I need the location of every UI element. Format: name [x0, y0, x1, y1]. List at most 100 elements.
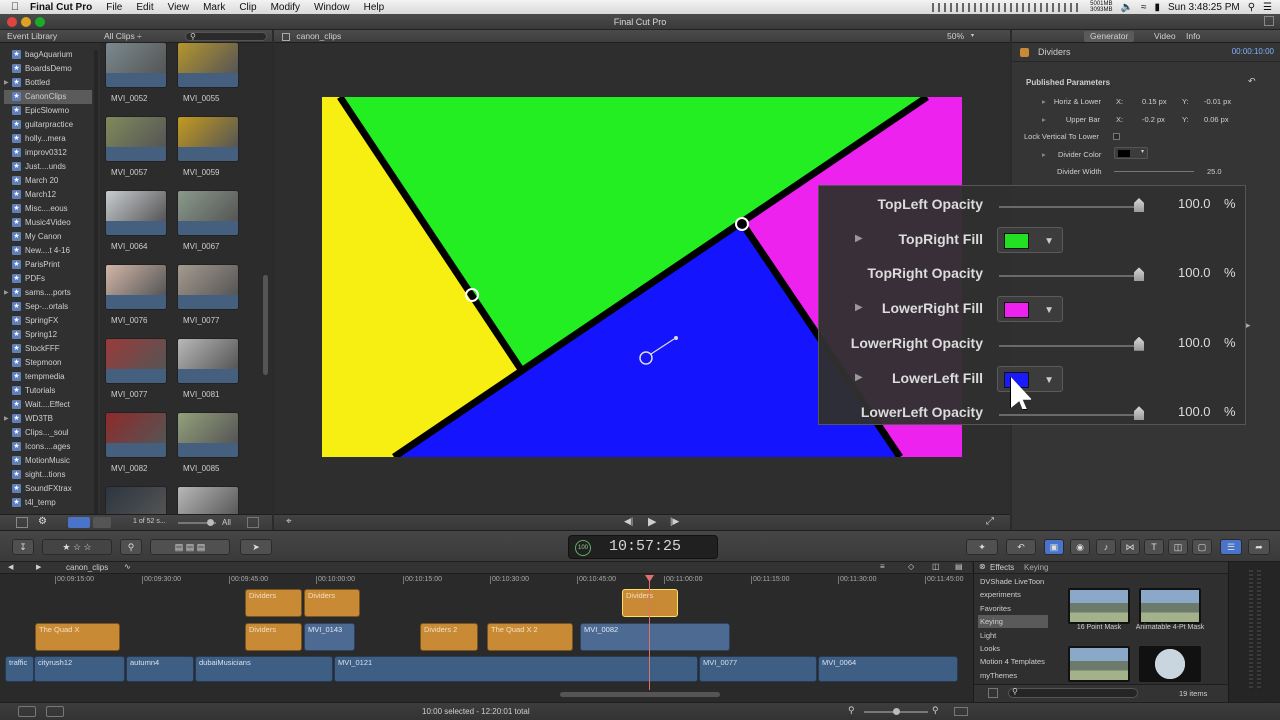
duration-all-label[interactable]: All	[222, 518, 231, 527]
timeline-clip[interactable]: Dividers	[622, 589, 678, 617]
opacity-slider-knob[interactable]	[1134, 406, 1144, 421]
x-value[interactable]: 0.15 px	[1142, 97, 1167, 106]
transitions-icon[interactable]: ⋈	[1120, 539, 1140, 555]
disclosure-icon[interactable]: ▸	[1042, 150, 1046, 159]
menu-window[interactable]: Window	[314, 2, 350, 13]
event-item[interactable]: ★ CanonClips	[4, 90, 92, 104]
event-item[interactable]: ★ guitarpractice	[12, 118, 73, 132]
filmstrip-view-icon[interactable]	[68, 517, 90, 528]
divider-color-well[interactable]: ▾	[1114, 147, 1148, 159]
disclosure-icon[interactable]: ▶	[855, 372, 863, 383]
rating-controls[interactable]: ★ ☆ ☆	[42, 539, 112, 555]
inspector-toggle-icon[interactable]: ☰	[1220, 539, 1242, 555]
list-view-icon[interactable]	[93, 517, 111, 528]
minimize-window-icon[interactable]	[21, 17, 31, 27]
effects-category[interactable]: Favorites	[978, 602, 1048, 615]
timeline-clip[interactable]: autumn4	[126, 656, 194, 682]
event-item[interactable]: ★ Stepmoon	[12, 356, 61, 370]
tab-video[interactable]: Video	[1154, 30, 1176, 43]
event-item[interactable]: ★ bagAquarium	[12, 48, 73, 62]
menu-clip[interactable]: Clip	[239, 2, 256, 13]
library-scrollbar[interactable]	[94, 50, 98, 520]
fullscreen-icon[interactable]	[1264, 16, 1274, 26]
event-item[interactable]: ▶ ★ Bottled	[4, 76, 50, 90]
effect-thumbnail[interactable]	[1068, 646, 1130, 682]
disclosure-icon[interactable]: ▶	[4, 412, 9, 426]
titles-icon[interactable]: T	[1144, 539, 1164, 555]
opacity-value[interactable]: 100.0	[1178, 265, 1211, 280]
event-item[interactable]: ★ My Canon	[12, 230, 61, 244]
effects-category[interactable]: experiments	[978, 588, 1048, 601]
close-window-icon[interactable]	[7, 17, 17, 27]
clip-thumbnail[interactable]	[177, 338, 239, 384]
close-icon[interactable]: ⊗	[979, 562, 986, 571]
event-item[interactable]: ★ BoardsDemo	[12, 62, 72, 76]
timeline-clip[interactable]: Dividers	[304, 589, 360, 617]
audio-skim-icon[interactable]: ≡	[880, 562, 885, 571]
tab-info[interactable]: Info	[1186, 30, 1200, 43]
edit-buttons[interactable]: ▤ ▤ ▤	[150, 539, 230, 555]
timeline-clip[interactable]: The Quad X	[35, 623, 120, 651]
zoom-out-icon[interactable]: ⚲	[848, 705, 855, 716]
event-item[interactable]: ★ SoundFXtrax	[12, 482, 72, 496]
opacity-slider-knob[interactable]	[1134, 336, 1144, 351]
opacity-value[interactable]: 100.0	[1178, 196, 1211, 211]
disclosure-icon[interactable]: ▶	[855, 233, 863, 244]
event-item[interactable]: ★ sight...tions	[12, 468, 65, 482]
themes-icon[interactable]: ▢	[1192, 539, 1212, 555]
show-library-icon[interactable]	[16, 517, 28, 528]
effects-category[interactable]: myThemes	[978, 669, 1048, 682]
previous-frame-icon[interactable]: ◀|	[624, 516, 633, 527]
opacity-value[interactable]: 100.0	[1178, 335, 1211, 350]
menu-edit[interactable]: Edit	[136, 2, 153, 13]
back-icon[interactable]: ◀	[8, 563, 13, 571]
clip-filter-select[interactable]: All Clips ÷	[104, 31, 142, 41]
notification-icon[interactable]: ☰	[1263, 2, 1272, 13]
gear-icon[interactable]: ⚙	[38, 516, 47, 527]
menu-modify[interactable]: Modify	[271, 2, 300, 13]
effect-thumbnail[interactable]	[1139, 588, 1201, 624]
opacity-slider[interactable]	[999, 414, 1139, 417]
timeline-clip[interactable]: The Quad X 2	[487, 623, 573, 651]
clip-thumbnail[interactable]	[105, 412, 167, 458]
event-item[interactable]: ★ tempmedia	[12, 370, 65, 384]
opacity-slider-knob[interactable]	[1134, 198, 1144, 212]
effects-browser-icon[interactable]: ▣	[1044, 539, 1064, 555]
effect-thumbnail[interactable]	[1068, 588, 1130, 624]
zoom-select[interactable]: 50%	[947, 30, 964, 43]
opacity-slider-knob[interactable]	[1134, 267, 1144, 282]
photos-icon[interactable]: ◉	[1070, 539, 1090, 555]
timeline-scrollbar[interactable]	[560, 692, 720, 697]
position-handle-end[interactable]	[674, 336, 678, 340]
chevron-down-icon[interactable]: ▼	[1044, 305, 1054, 316]
music-icon[interactable]: ♪	[1096, 539, 1116, 555]
select-tool-icon[interactable]: ➤	[240, 539, 272, 555]
event-item[interactable]: ★ holly...mera	[12, 132, 66, 146]
clip-thumbnail[interactable]	[105, 42, 167, 88]
color-well[interactable]: ▼	[997, 365, 1063, 392]
timeline-clip[interactable]: MVI_0064	[818, 656, 958, 682]
chevron-down-icon[interactable]: ▼	[1044, 375, 1054, 386]
expand-arrow-icon[interactable]: ▸	[1246, 320, 1251, 331]
clip-thumbnail[interactable]	[177, 264, 239, 310]
clip-size-knob[interactable]	[207, 519, 214, 526]
zoom-window-icon[interactable]	[35, 17, 45, 27]
clip-search-input[interactable]	[185, 32, 267, 41]
event-item[interactable]: ★ Clips..._soul	[12, 426, 69, 440]
timeline-clip[interactable]: dubaiMusicians	[195, 656, 333, 682]
timeline-zoom-knob[interactable]	[893, 708, 900, 715]
disclosure-icon[interactable]: ▶	[4, 76, 9, 90]
event-item[interactable]: ★ Misc....eous	[12, 202, 68, 216]
opacity-slider[interactable]	[999, 206, 1139, 208]
event-item[interactable]: ★ MotionMusic	[12, 454, 70, 468]
zoom-in-icon[interactable]: ⚲	[932, 705, 939, 716]
tab-generator[interactable]: Generator	[1084, 31, 1135, 42]
effects-category[interactable]: Looks	[978, 642, 1048, 655]
effect-thumbnail[interactable]	[1139, 646, 1201, 682]
playhead[interactable]	[649, 578, 650, 690]
chevron-down-icon[interactable]: ▼	[1044, 236, 1054, 247]
clock[interactable]: Sun 3:48:25 PM	[1168, 2, 1240, 13]
disclosure-icon[interactable]: ▶	[4, 286, 9, 300]
event-item[interactable]: ★ Wait....Effect	[12, 398, 70, 412]
timeline-clip[interactable]: traffic	[5, 656, 34, 682]
